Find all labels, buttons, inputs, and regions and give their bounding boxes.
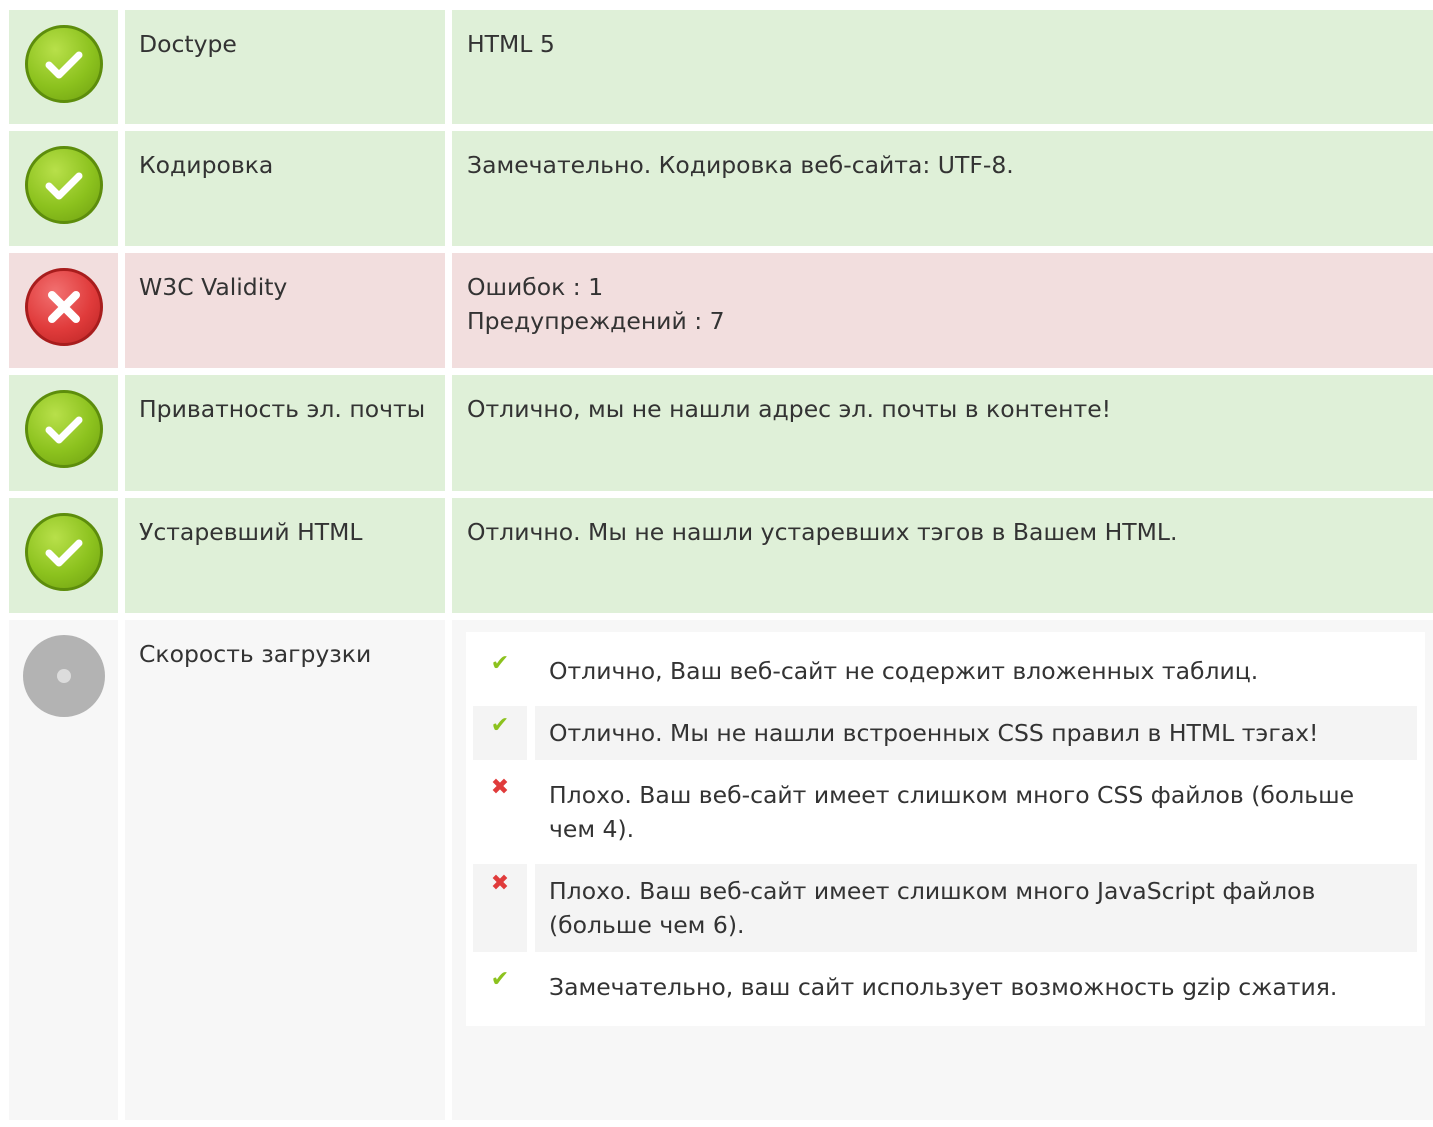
- check-item-text: Плохо. Ваш веб-сайт имеет слишком много …: [549, 781, 1355, 843]
- report-row-load-speed: Скорость загрузки ✔ Отлично, Ваш веб-сай…: [9, 620, 1433, 1120]
- row-value-line: Предупреждений : 7: [467, 307, 725, 335]
- row-value-line: Отлично. Мы не нашли устаревших тэгов в …: [467, 518, 1178, 546]
- check-item-text: Плохо. Ваш веб-сайт имеет слишком много …: [535, 864, 1417, 952]
- status-cell: [9, 253, 118, 368]
- row-label: Doctype: [125, 10, 445, 124]
- check-circle-icon: [24, 390, 103, 468]
- row-value-line: HTML 5: [467, 30, 555, 58]
- check-item: ✔ Отлично. Мы не нашли встроенных CSS пр…: [473, 706, 1417, 760]
- status-cell: [9, 375, 118, 491]
- row-label: Приватность эл. почты: [125, 375, 445, 491]
- check-circle-icon: [24, 513, 103, 591]
- row-value: HTML 5: [452, 10, 1433, 124]
- report-row-deprecated-html: Устаревший HTML Отлично. Мы не нашли уст…: [9, 498, 1433, 613]
- status-cell: [9, 498, 118, 613]
- check-circle-icon: [24, 25, 103, 103]
- checkmark-icon: ✔: [490, 651, 510, 676]
- row-label: Кодировка: [125, 131, 445, 246]
- report-row-email-privacy: Приватность эл. почты Отлично, мы не наш…: [9, 375, 1433, 491]
- status-cell: [9, 131, 118, 246]
- row-label: W3C Validity: [125, 253, 445, 368]
- cross-mark-icon: ✖: [473, 864, 527, 952]
- row-value-line: Ошибок : 1: [467, 273, 604, 301]
- row-value: Замечательно. Кодировка веб-сайта: UTF-8…: [452, 131, 1433, 246]
- report-row-encoding: Кодировка Замечательно. Кодировка веб-са…: [9, 131, 1433, 246]
- row-label: Скорость загрузки: [125, 620, 445, 1120]
- report-row-w3c-validity: W3C Validity Ошибок : 1 Предупреждений :…: [9, 253, 1433, 368]
- cross-circle-icon: [24, 268, 103, 346]
- check-item: ✔ Замечательно, ваш сайт использует возм…: [473, 960, 1417, 1014]
- check-item: ✖ Плохо. Ваш веб-сайт имеет слишком мног…: [473, 768, 1417, 856]
- status-cell: [9, 10, 118, 124]
- check-circle-icon: [24, 146, 103, 224]
- report-row-doctype: Doctype HTML 5: [9, 10, 1433, 124]
- row-value-line: Отлично, мы не нашли адрес эл. почты в к…: [467, 395, 1112, 423]
- row-value: Отлично. Мы не нашли устаревших тэгов в …: [452, 498, 1433, 613]
- row-value-line: Замечательно. Кодировка веб-сайта: UTF-8…: [467, 151, 1014, 179]
- speed-checklist: ✔ Отлично, Ваш веб-сайт не содержит влож…: [466, 632, 1425, 1026]
- row-value: ✔ Отлично, Ваш веб-сайт не содержит влож…: [452, 620, 1433, 1120]
- row-value: Отлично, мы не нашли адрес эл. почты в к…: [452, 375, 1433, 491]
- cross-mark-icon: ✖: [490, 775, 510, 800]
- checkmark-icon: ✔: [490, 967, 510, 992]
- check-item-text: Замечательно, ваш сайт использует возмож…: [549, 973, 1338, 1001]
- checkmark-icon: ✔: [473, 706, 527, 760]
- check-item-text: Отлично. Мы не нашли встроенных CSS прав…: [535, 706, 1417, 760]
- check-item-text: Отлично, Ваш веб-сайт не содержит вложен…: [549, 657, 1259, 685]
- info-circle-icon: [22, 635, 105, 717]
- check-item: ✖ Плохо. Ваш веб-сайт имеет слишком мног…: [473, 864, 1417, 952]
- row-label: Устаревший HTML: [125, 498, 445, 613]
- check-item: ✔ Отлично, Ваш веб-сайт не содержит влож…: [473, 644, 1417, 698]
- seo-report-table: Doctype HTML 5 Кодировка Замечательно. К…: [9, 10, 1433, 1127]
- status-cell: [9, 620, 118, 1120]
- row-value: Ошибок : 1 Предупреждений : 7: [452, 253, 1433, 368]
